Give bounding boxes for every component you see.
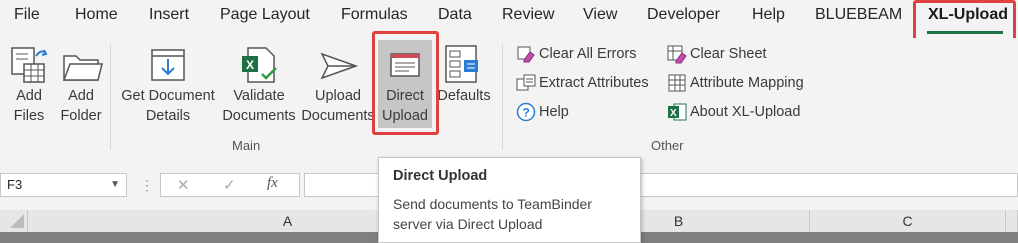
download-window-icon	[118, 42, 218, 86]
add-files-button[interactable]: Add Files	[8, 42, 50, 126]
chevron-down-icon[interactable]: ▼	[110, 174, 120, 196]
add-folder-label-1: Add	[68, 88, 94, 104]
add-files-label-1: Add	[16, 88, 42, 104]
help-button[interactable]: ? Help	[516, 101, 569, 123]
validate-documents-button[interactable]: X Validate Documents	[220, 42, 298, 126]
clear-all-errors-button[interactable]: Clear All Errors	[516, 43, 637, 65]
send-icon	[300, 42, 376, 86]
highlight-box-direct-upload	[372, 31, 439, 135]
get-document-details-label-2: Details	[145, 108, 191, 124]
tab-page-layout[interactable]: Page Layout	[220, 6, 310, 24]
extract-attributes-button[interactable]: Extract Attributes	[516, 72, 649, 94]
extract-icon	[516, 73, 536, 93]
defaults-button[interactable]: Defaults	[436, 42, 492, 106]
validate-documents-label-2: Documents	[222, 108, 296, 124]
extract-attributes-label: Extract Attributes	[539, 75, 649, 91]
ribbon: Add Files Add Folder Get Document Detail…	[0, 38, 1018, 158]
highlight-box-tab	[913, 0, 1016, 42]
tab-formulas[interactable]: Formulas	[341, 6, 408, 24]
name-box-value: F3	[7, 177, 23, 192]
ribbon-tab-bar: File Home Insert Page Layout Formulas Da…	[0, 0, 1018, 38]
select-all-corner[interactable]	[0, 210, 28, 232]
formula-buttons: ✕ ✓ fx	[160, 173, 300, 197]
clear-sheet-label: Clear Sheet	[690, 46, 767, 62]
ribbon-separator	[110, 44, 111, 150]
upload-documents-button[interactable]: Upload Documents	[300, 42, 376, 126]
ribbon-group-separator	[502, 44, 503, 150]
formula-bar-grip-icon[interactable]: ⋮	[140, 177, 154, 194]
tab-data[interactable]: Data	[438, 6, 472, 24]
name-box[interactable]: F3 ▼	[0, 173, 127, 197]
defaults-icon	[436, 42, 492, 86]
column-header-c[interactable]: C	[810, 210, 1006, 232]
upload-documents-label-2: Documents	[301, 108, 375, 124]
get-document-details-label-1: Get Document	[121, 88, 215, 104]
folder-icon	[58, 42, 104, 86]
attribute-mapping-button[interactable]: Attribute Mapping	[667, 72, 804, 94]
svg-text:X: X	[246, 58, 254, 72]
excel-validate-icon: X	[220, 42, 298, 86]
add-folder-button[interactable]: Add Folder	[58, 42, 104, 126]
svg-text:X: X	[670, 108, 677, 119]
add-files-icon	[8, 42, 50, 86]
excel-icon: X	[667, 102, 687, 122]
tab-home[interactable]: Home	[75, 6, 118, 24]
column-header-d[interactable]	[1006, 210, 1018, 232]
tab-view[interactable]: View	[583, 6, 617, 24]
tab-bluebeam[interactable]: BLUEBEAM	[815, 6, 902, 24]
group-label-other: Other	[651, 138, 684, 153]
cancel-icon[interactable]: ✕	[177, 176, 190, 194]
svg-text:?: ?	[523, 106, 530, 120]
tooltip-description: Send documents to TeamBinder server via …	[393, 196, 592, 232]
tooltip: Direct Upload Send documents to TeamBind…	[378, 157, 641, 243]
tab-developer[interactable]: Developer	[647, 6, 720, 24]
tooltip-title: Direct Upload	[393, 168, 488, 184]
about-xl-upload-label: About XL-Upload	[690, 104, 801, 120]
get-document-details-button[interactable]: Get Document Details	[118, 42, 218, 126]
add-files-label-2: Files	[13, 108, 45, 124]
tab-review[interactable]: Review	[502, 6, 554, 24]
enter-icon[interactable]: ✓	[223, 176, 236, 194]
help-label: Help	[539, 104, 569, 120]
about-xl-upload-button[interactable]: X About XL-Upload	[667, 101, 800, 123]
insert-function-icon[interactable]: fx	[267, 175, 278, 192]
clear-sheet-button[interactable]: Clear Sheet	[667, 43, 767, 65]
group-label-main: Main	[232, 138, 261, 153]
tab-file[interactable]: File	[14, 6, 40, 24]
validate-documents-label-1: Validate	[233, 88, 285, 104]
add-folder-label-2: Folder	[60, 108, 102, 124]
help-icon: ?	[516, 102, 536, 122]
defaults-label: Defaults	[437, 88, 491, 104]
tab-insert[interactable]: Insert	[149, 6, 189, 24]
upload-documents-label-1: Upload	[315, 88, 361, 104]
tab-help[interactable]: Help	[752, 6, 785, 24]
clear-sheet-icon	[667, 44, 687, 64]
attribute-mapping-label: Attribute Mapping	[690, 75, 804, 91]
clear-all-errors-label: Clear All Errors	[539, 46, 637, 62]
table-icon	[667, 73, 687, 93]
eraser-icon	[516, 44, 536, 64]
